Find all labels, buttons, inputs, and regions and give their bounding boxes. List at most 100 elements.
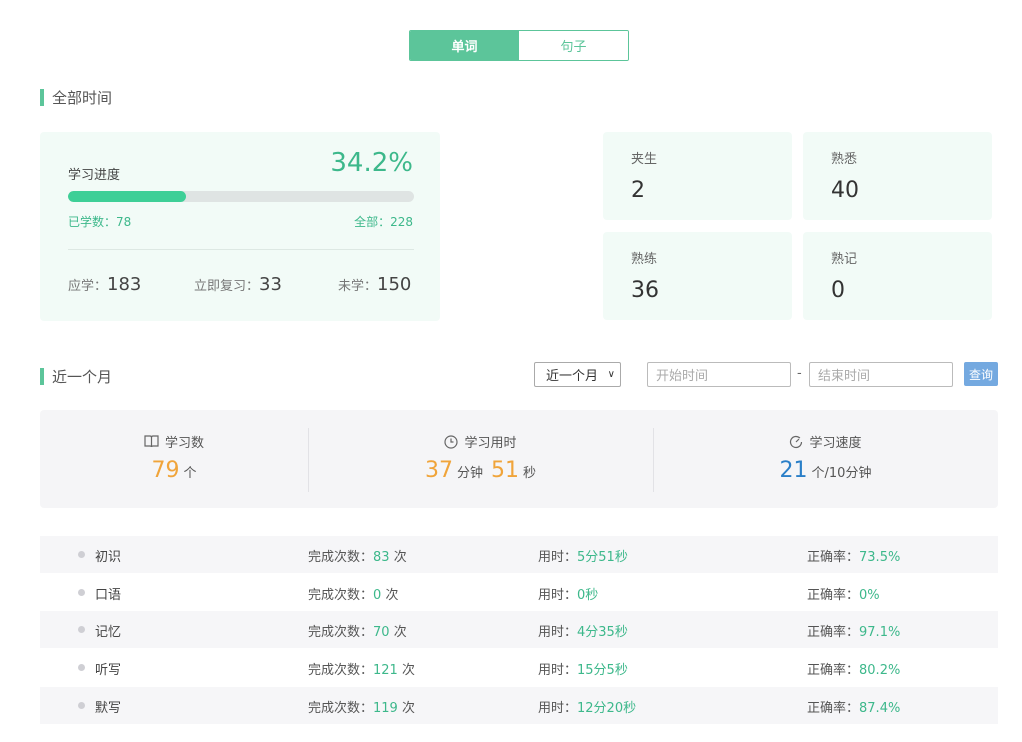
time-value: 12分20秒 — [577, 701, 637, 716]
completions-label: 完成次数： — [308, 588, 374, 603]
range-select-value: 近一个月 — [546, 369, 599, 384]
summary-panel: 学习数 79 个 学习用时 37 分钟 51 秒 学习速度 21 个/10分钟 — [40, 410, 998, 508]
level-label: 熟记 — [831, 252, 858, 267]
level-label: 熟练 — [631, 252, 658, 267]
start-date-input[interactable]: 开始时间 — [647, 362, 791, 387]
accuracy-value: 97.1% — [859, 625, 901, 640]
query-button[interactable]: 查询 — [964, 362, 998, 386]
summary-speed-body: 21 个/10分钟 — [653, 458, 998, 483]
review-now-value: 33 — [259, 274, 282, 295]
level-card-memorized: 熟记 0 — [803, 232, 992, 320]
completions-value: 119 — [373, 701, 398, 716]
accuracy-label: 正确率： — [807, 588, 860, 603]
tab-sentences[interactable]: 句子 — [519, 31, 628, 60]
clock-icon — [444, 434, 459, 449]
row-completions: 完成次数：83 次 — [308, 546, 407, 565]
unlearned-stat: 未学：150 — [338, 274, 411, 295]
completions-value: 83 — [373, 550, 390, 565]
row-time: 用时：0秒 — [538, 584, 598, 603]
summary-count-label: 学习数 — [164, 436, 204, 451]
total-label: 全部： — [354, 215, 391, 229]
row-completions: 完成次数：119 次 — [308, 697, 415, 716]
completions-label: 完成次数： — [308, 701, 374, 716]
summary-speed: 学习速度 21 个/10分钟 — [653, 410, 998, 508]
bullet-dot — [78, 589, 85, 596]
completions-unit: 次 — [401, 663, 415, 678]
row-mode-name: 默写 — [95, 701, 122, 716]
level-value: 2 — [631, 178, 645, 203]
summary-count-head: 学习数 — [40, 432, 308, 451]
time-label: 用时： — [538, 588, 578, 603]
table-row: 口语 完成次数：0 次 用时：0秒 正确率：0% — [40, 574, 998, 611]
accuracy-label: 正确率： — [807, 701, 860, 716]
time-value: 4分35秒 — [577, 625, 628, 640]
completions-label: 完成次数： — [308, 663, 374, 678]
time-label: 用时： — [538, 663, 578, 678]
summary-time-body: 37 分钟 51 秒 — [308, 458, 653, 483]
table-row: 听写 完成次数：121 次 用时：15分5秒 正确率：80.2% — [40, 649, 998, 686]
bullet-dot — [78, 664, 85, 671]
chevron-down-icon: ∨ — [607, 369, 615, 380]
row-time: 用时：5分51秒 — [538, 546, 628, 565]
completions-value: 0 — [373, 588, 382, 603]
row-mode-name: 听写 — [95, 663, 122, 678]
summary-count-unit: 个 — [183, 466, 197, 481]
table-row: 初识 完成次数：83 次 用时：5分51秒 正确率：73.5% — [40, 536, 998, 573]
completions-label: 完成次数： — [308, 625, 374, 640]
section-accent-bar — [40, 89, 44, 106]
row-completions: 完成次数：70 次 — [308, 621, 407, 640]
summary-speed-label: 学习速度 — [809, 436, 862, 451]
summary-speed-head: 学习速度 — [653, 432, 998, 451]
learned-value: 78 — [116, 215, 132, 229]
progress-label: 学习进度 — [68, 168, 121, 183]
level-label: 熟悉 — [831, 152, 858, 167]
row-completions: 完成次数：121 次 — [308, 659, 415, 678]
should-learn-stat: 应学：183 — [68, 274, 141, 295]
completions-unit: 次 — [385, 588, 399, 603]
progress-bar-fill — [68, 191, 187, 202]
row-completions: 完成次数：0 次 — [308, 584, 398, 603]
end-date-input[interactable]: 结束时间 — [809, 362, 953, 387]
summary-time-label: 学习用时 — [464, 436, 517, 451]
row-mode-name: 口语 — [95, 588, 122, 603]
book-icon — [144, 435, 159, 448]
section-title-text: 全部时间 — [52, 89, 113, 107]
level-value: 40 — [831, 178, 859, 203]
mode-tabs: 单词 句子 — [409, 30, 629, 61]
range-select[interactable]: 近一个月 ∨ — [534, 362, 621, 387]
progress-bar — [68, 191, 414, 202]
summary-time-head: 学习用时 — [308, 432, 653, 451]
level-card-unfamiliar: 夹生 2 — [603, 132, 792, 220]
time-label: 用时： — [538, 701, 578, 716]
should-learn-value: 183 — [107, 274, 142, 295]
accuracy-label: 正确率： — [807, 663, 860, 678]
summary-seconds-value: 51 — [491, 458, 519, 483]
summary-minutes-value: 37 — [424, 458, 453, 483]
should-learn-label: 应学： — [68, 279, 108, 294]
summary-count-value: 79 — [151, 458, 180, 483]
review-now-label: 立即复习： — [194, 279, 260, 294]
learned-count: 已学数：78 — [68, 213, 131, 230]
accuracy-value: 73.5% — [859, 550, 901, 565]
row-time: 用时：12分20秒 — [538, 697, 636, 716]
bullet-dot — [78, 551, 85, 558]
progress-card: 学习进度 34.2% 已学数：78 全部：228 应学：183 立即复习：33 … — [40, 132, 440, 321]
date-range-dash: - — [797, 366, 802, 381]
bullet-dot — [78, 702, 85, 709]
completions-value: 121 — [373, 663, 398, 678]
summary-minutes-unit: 分钟 — [456, 466, 483, 481]
row-time: 用时：15分5秒 — [538, 659, 628, 678]
progress-percent: 34.2% — [330, 148, 413, 178]
completions-value: 70 — [373, 625, 390, 640]
tab-words[interactable]: 单词 — [410, 31, 519, 60]
level-card-familiar: 熟悉 40 — [803, 132, 992, 220]
time-value: 5分51秒 — [577, 550, 628, 565]
table-row: 记忆 完成次数：70 次 用时：4分35秒 正确率：97.1% — [40, 611, 998, 648]
row-time: 用时：4分35秒 — [538, 621, 628, 640]
section-title-recent: 近一个月 — [40, 366, 112, 387]
level-label: 夹生 — [631, 152, 658, 167]
summary-count-body: 79 个 — [40, 458, 308, 483]
summary-speed-value: 21 — [779, 458, 808, 483]
level-value: 36 — [631, 278, 659, 303]
level-value: 0 — [831, 278, 845, 303]
